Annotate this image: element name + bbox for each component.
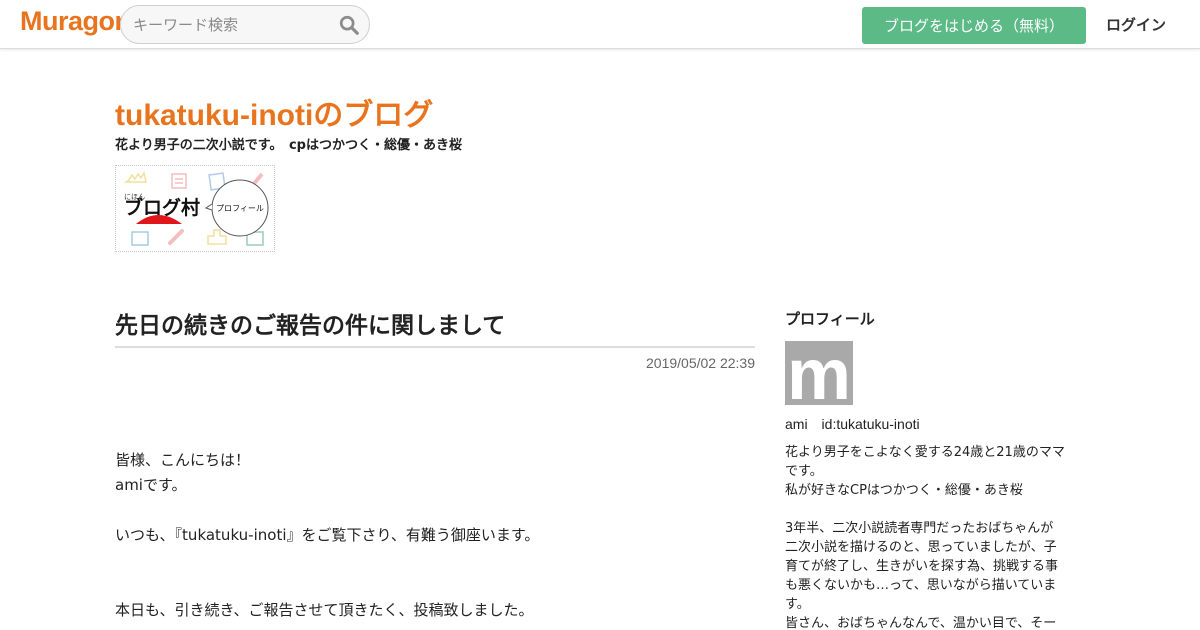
blog-village-profile-banner[interactable]: にほん ブログ村 プロフィール (115, 165, 275, 252)
profile-user-id: ami id:tukatuku-inoti (785, 416, 920, 432)
banner-bubble-label: プロフィール (216, 204, 264, 213)
post-title[interactable]: 先日の続きのご報告の件に関しまして (115, 306, 755, 348)
bio-line: 二次小説を描けるのと、思っていましたが、子 (785, 540, 1057, 555)
start-blog-button[interactable]: ブログをはじめる（無料） (862, 7, 1086, 44)
avatar-letter-image: m (787, 341, 851, 405)
avatar[interactable]: m (785, 341, 853, 405)
login-link[interactable]: ログイン (1106, 14, 1166, 35)
post-line-name: amiです。 (115, 476, 187, 494)
bio-line: も悪くないかも…って、思いながら描いていま (785, 578, 1057, 593)
blog-title[interactable]: tukatuku-inotiのブログ (115, 90, 433, 134)
bio-line: です。 (785, 464, 823, 479)
search-icon[interactable] (338, 14, 360, 36)
profile-bio: 花より男子をこよなく愛する24歳と21歳のママ です。 私が好きなCPはつかつく… (785, 443, 1085, 630)
blog-description: 花より男子の二次小説です。 cpはつかつく・総優・あき桜 (115, 138, 462, 153)
post-line-report: 本日も、引き続き、ご報告させて頂きたく、投稿致しました。 (115, 601, 534, 619)
top-navigation-bar: Muragon ブログをはじめる（無料） ログイン (0, 0, 1200, 49)
bio-line: 皆さん、おばちゃんなんで、温かい目で、そー (785, 616, 1057, 630)
post-body: 皆様、こんにちは！ amiです。 いつも、『tukatuku-inoti』をご覧… (115, 448, 755, 623)
bio-line (785, 500, 1085, 519)
search-input[interactable] (133, 14, 333, 36)
avatar-letter: m (787, 341, 851, 405)
post-date: 2019/05/02 22:39 (646, 355, 755, 371)
bio-line: 私が好きなCPはつかつく・総優・あき桜 (785, 483, 1023, 498)
search-box[interactable] (120, 5, 370, 44)
bio-line: す。 (785, 597, 810, 612)
bio-line: 3年半、二次小説読者専門だったおばちゃんが (785, 521, 1054, 536)
bio-line: 育てが終了し、生きがいを探す為、挑戦する事 (785, 559, 1059, 574)
blog-village-banner-image: にほん ブログ村 プロフィール (123, 171, 269, 246)
bio-line: 花より男子をこよなく愛する24歳と21歳のママ (785, 445, 1065, 460)
post-line-greeting: 皆様、こんにちは！ (115, 451, 251, 469)
muragon-logo[interactable]: Muragon (20, 6, 131, 37)
profile-heading: プロフィール (785, 310, 875, 328)
post-line-thanks: いつも、『tukatuku-inoti』をご覧下さり、有難う御座います。 (115, 526, 540, 544)
